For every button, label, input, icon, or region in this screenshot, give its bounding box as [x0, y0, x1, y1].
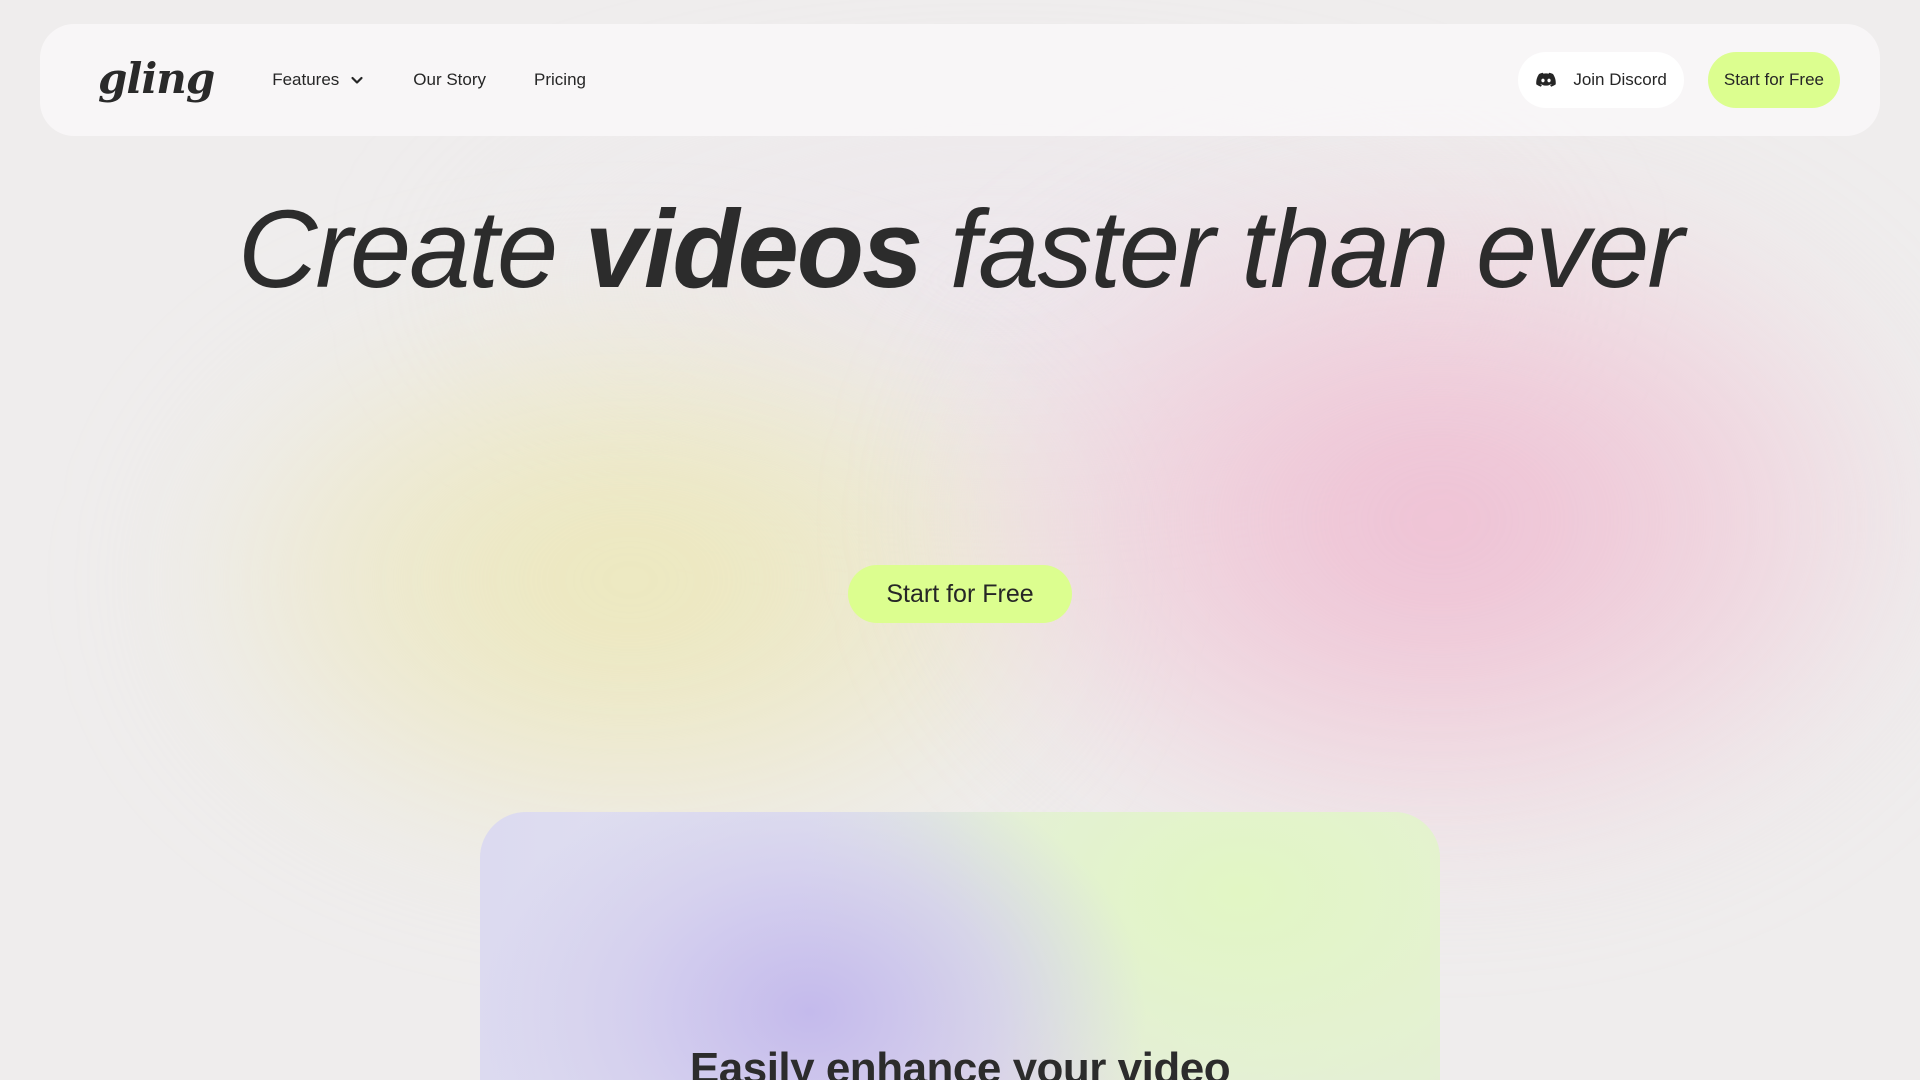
chevron-down-icon: [349, 72, 365, 88]
nav-item-features[interactable]: Features: [272, 70, 365, 90]
discord-icon: [1535, 69, 1557, 91]
nav-item-our-story-label: Our Story: [413, 70, 487, 89]
nav-item-features-label: Features: [272, 70, 340, 89]
nav-item-our-story[interactable]: Our Story: [413, 70, 486, 90]
feature-card-gradient: [480, 812, 1440, 1080]
nav-actions: Join Discord Start for Free: [1518, 52, 1840, 108]
gling-logo[interactable]: gling: [98, 54, 215, 103]
nav-links: Features Our Story Pricing: [272, 70, 586, 90]
feature-card-title: Easily enhance your video: [689, 1044, 1231, 1080]
nav-item-pricing[interactable]: Pricing: [534, 70, 586, 90]
hero-title-part2: faster than ever: [921, 188, 1684, 311]
hero-title-part1: Create: [237, 188, 585, 311]
hero-title: Create videos faster than ever: [0, 185, 1920, 315]
hero-start-for-free-button[interactable]: Start for Free: [848, 565, 1072, 623]
feature-card: Easily enhance your video: [480, 812, 1440, 1080]
hero-title-bold: videos: [584, 188, 923, 311]
join-discord-button[interactable]: Join Discord: [1518, 52, 1684, 108]
nav-start-for-free-label: Start for Free: [1723, 70, 1824, 89]
nav-start-for-free-button[interactable]: Start for Free: [1707, 52, 1840, 108]
navbar: gling Features Our Story Pricing Join Di…: [40, 24, 1880, 136]
join-discord-label: Join Discord: [1573, 70, 1667, 89]
hero-start-for-free-label: Start for Free: [886, 579, 1034, 608]
nav-item-pricing-label: Pricing: [534, 70, 586, 89]
